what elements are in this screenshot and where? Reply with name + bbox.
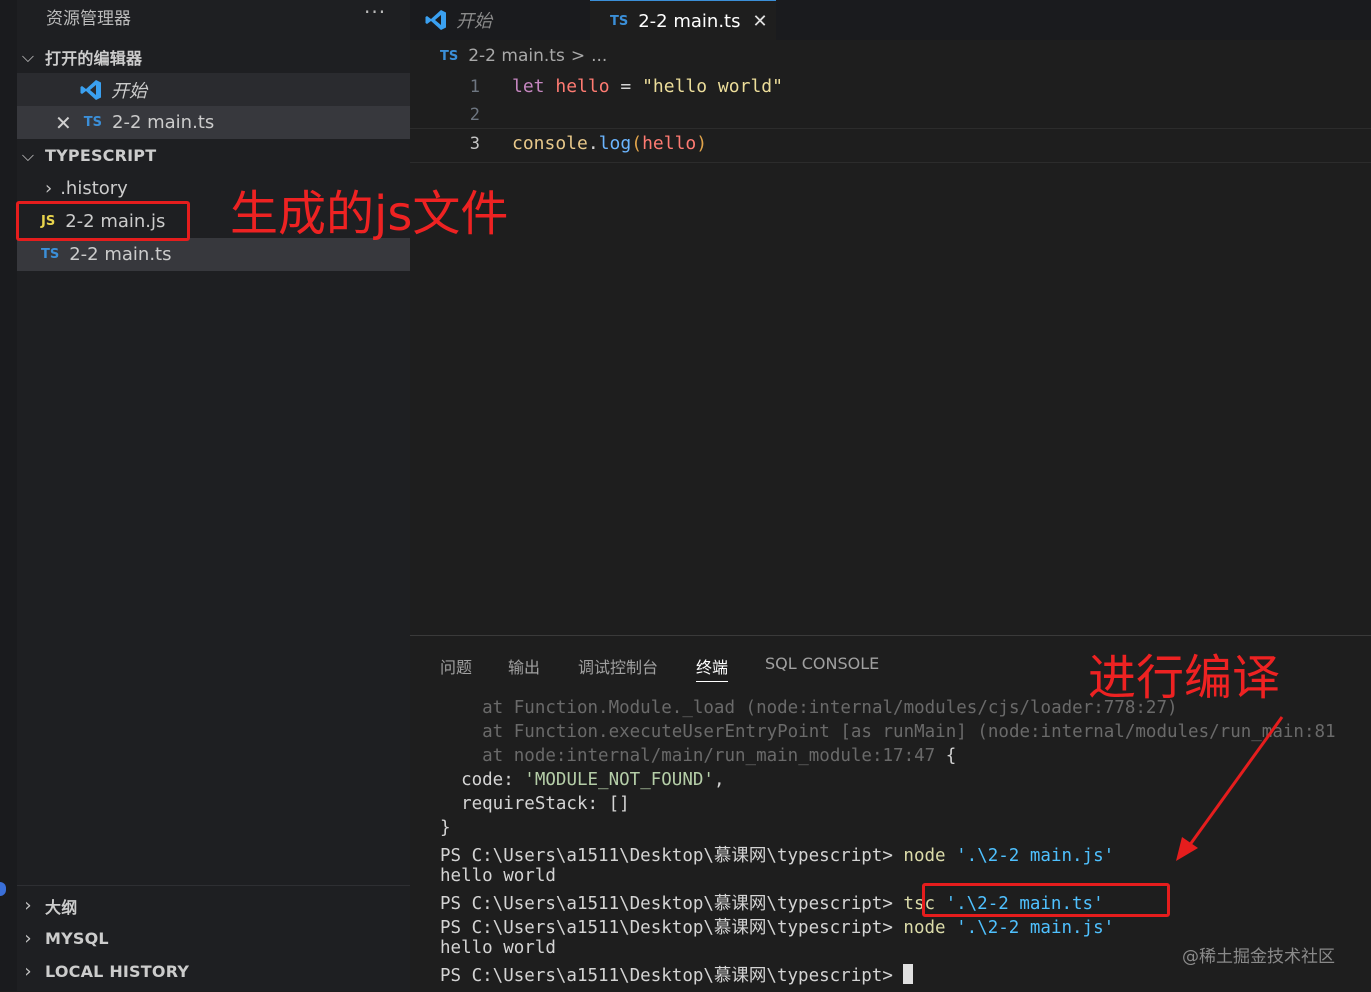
ts-file-icon: TS	[41, 247, 60, 262]
function-name: log	[598, 133, 632, 154]
open-editors-header: 打开的编辑器	[45, 48, 143, 68]
annotation-generated: 生成的js文件	[230, 186, 509, 242]
chevron-right-icon: ›	[24, 895, 32, 916]
terminal-text: {	[935, 746, 957, 766]
arrow-icon	[1176, 716, 1284, 861]
line-number: 1	[469, 77, 480, 97]
breadcrumb: TS 2-2 main.ts > ...	[440, 46, 607, 66]
watermark: @稀土掘金技术社区	[1182, 947, 1335, 967]
line-number: 2	[469, 105, 480, 125]
close-icon[interactable]: ✕	[55, 111, 72, 135]
vscode-logo-icon	[79, 78, 103, 102]
editor-tab-bar: 开始 TS 2-2 main.ts ✕	[410, 0, 1371, 41]
tab-start[interactable]: 开始	[410, 0, 590, 40]
outline-section[interactable]: › 大纲	[17, 889, 410, 922]
terminal-line[interactable]: PS C:\Users\a1511\Desktop\慕课网\typescript…	[440, 962, 914, 987]
tab-main-ts[interactable]: TS 2-2 main.ts ✕	[590, 0, 776, 41]
terminal-prompt: PS C:\Users\a1511\Desktop\慕课网\typescript…	[440, 894, 893, 914]
code-line-3[interactable]: console.log(hello)	[512, 133, 707, 154]
ts-file-icon: TS	[440, 48, 459, 64]
breadcrumb-file[interactable]: 2-2 main.ts	[468, 46, 565, 66]
chevron-right-icon: >	[570, 46, 586, 66]
terminal-string: 'MODULE_NOT_FOUND'	[524, 770, 714, 790]
terminal-argument: '.\2-2 main.js'	[956, 846, 1115, 866]
terminal-text: ,	[713, 770, 725, 790]
terminal-prompt: PS C:\Users\a1511\Desktop\慕课网\typescript…	[440, 966, 893, 986]
terminal-line: PS C:\Users\a1511\Desktop\慕课网\typescript…	[440, 842, 1114, 867]
highlight-box	[16, 201, 190, 241]
more-actions-button[interactable]: ···	[364, 0, 386, 24]
explorer-sidebar: 资源管理器 ··· ⌵ 打开的编辑器 开始 ✕ TS 2-2 main.ts ⌵…	[0, 0, 410, 991]
terminal-argument: '.\2-2 main.js'	[956, 918, 1115, 938]
ts-file-icon: TS	[610, 13, 629, 29]
activity-strip	[0, 0, 17, 991]
explorer-title: 资源管理器	[46, 9, 131, 29]
terminal-line: hello world	[440, 866, 556, 886]
terminal-cursor	[903, 964, 914, 984]
terminal-line: PS C:\Users\a1511\Desktop\慕课网\typescript…	[440, 914, 1114, 939]
identifier: hello	[555, 76, 610, 97]
tab-problems[interactable]: 问题	[440, 654, 472, 678]
terminal-command: node	[903, 846, 946, 866]
local-history-section[interactable]: › LOCAL HISTORY	[17, 955, 410, 988]
section-header: 大纲	[45, 897, 78, 917]
tab-sql-console[interactable]: SQL CONSOLE	[765, 654, 879, 673]
annotation-compile: 进行编译	[1088, 650, 1281, 706]
vscode-logo-icon	[424, 8, 448, 32]
terminal-prompt: PS C:\Users\a1511\Desktop\慕课网\typescript…	[440, 918, 893, 938]
identifier: hello	[642, 133, 697, 154]
line-number: 3	[469, 134, 480, 154]
ts-file-icon: TS	[83, 115, 102, 130]
terminal-line: requireStack: []	[440, 794, 630, 814]
breadcrumb-rest[interactable]: ...	[591, 46, 607, 66]
open-editor-label: 2-2 main.ts	[112, 112, 215, 133]
typescript-folder-header: TYPESCRIPT	[45, 146, 157, 165]
terminal-prompt: PS C:\Users\a1511\Desktop\慕课网\typescript…	[440, 846, 893, 866]
tab-label: 开始	[456, 11, 492, 32]
code-line-1[interactable]: let hello = "hello world"	[512, 76, 783, 97]
open-editor-label: 开始	[111, 80, 147, 102]
string-literal: "hello world"	[642, 76, 783, 97]
typescript-folder-section[interactable]: ⌵ TYPESCRIPT	[17, 139, 410, 172]
open-editors-section[interactable]: ⌵ 打开的编辑器	[17, 40, 410, 73]
chevron-right-icon: ›	[24, 961, 32, 982]
open-editor-item-start[interactable]: 开始	[17, 73, 410, 106]
tree-item-label: .history	[60, 178, 128, 199]
close-icon[interactable]: ✕	[753, 11, 768, 32]
chevron-down-icon: ⌵	[21, 145, 35, 165]
terminal-text: at node:internal/main/run_main_module:17…	[440, 746, 936, 766]
tab-debug-console[interactable]: 调试控制台	[578, 654, 658, 678]
section-header: LOCAL HISTORY	[45, 962, 190, 981]
operator: =	[620, 76, 632, 97]
terminal-line: code: 'MODULE_NOT_FOUND',	[440, 770, 725, 790]
terminal-line: at Function.Module._load (node:internal/…	[440, 698, 1178, 718]
punctuation: (	[631, 133, 643, 154]
tree-item-label: 2-2 main.ts	[69, 244, 172, 265]
punctuation: .	[587, 133, 599, 154]
mysql-section[interactable]: › MYSQL	[17, 922, 410, 955]
tab-output[interactable]: 输出	[508, 654, 540, 678]
terminal-text: code:	[440, 770, 525, 790]
punctuation: )	[696, 133, 708, 154]
open-editor-item-main-ts[interactable]: ✕ TS 2-2 main.ts	[17, 106, 410, 139]
keyword: let	[512, 76, 545, 97]
terminal-line: at node:internal/main/run_main_module:17…	[440, 746, 956, 766]
highlight-box	[922, 883, 1170, 917]
chevron-down-icon: ⌵	[21, 46, 35, 66]
chevron-right-icon: ›	[24, 928, 32, 949]
section-header: MYSQL	[45, 929, 109, 948]
divider	[17, 885, 410, 886]
identifier: console	[512, 133, 588, 154]
terminal-line: hello world	[440, 938, 556, 958]
tab-terminal[interactable]: 终端	[696, 654, 729, 682]
chevron-right-icon: ›	[45, 178, 53, 199]
terminal-command: node	[903, 918, 946, 938]
tab-label: 2-2 main.ts	[638, 10, 741, 32]
terminal-line: }	[440, 818, 451, 838]
